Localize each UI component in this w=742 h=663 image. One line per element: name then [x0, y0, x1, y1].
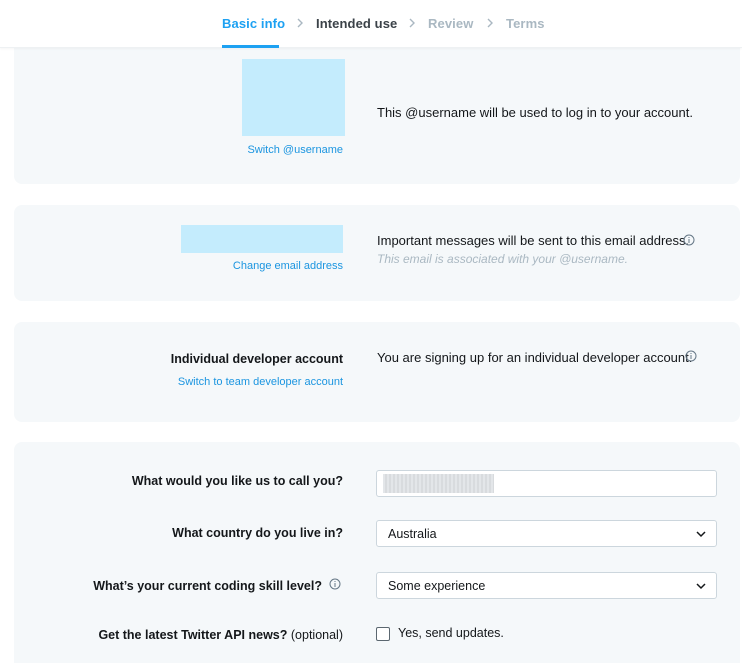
step-intended-use[interactable]: Intended use	[316, 16, 397, 31]
progress-stepper: Basic info Intended use Review Terms	[0, 0, 742, 48]
step-basic-info[interactable]: Basic info	[222, 16, 285, 31]
country-selected-value: Australia	[388, 527, 437, 541]
chevron-down-icon	[696, 531, 706, 538]
redacted-name-value	[383, 474, 494, 493]
country-field-label: What country do you live in?	[172, 526, 343, 540]
account-type-title: Individual developer account	[170, 352, 343, 366]
email-message: Important messages will be sent to this …	[377, 233, 690, 248]
chevron-right-icon	[297, 18, 303, 28]
chevron-down-icon	[696, 583, 706, 590]
username-message: This @username will be used to log in to…	[377, 105, 693, 120]
info-icon[interactable]	[329, 578, 341, 590]
switch-team-account-link[interactable]: Switch to team developer account	[178, 376, 343, 388]
news-updates-checkbox[interactable]	[376, 627, 390, 641]
change-email-link[interactable]: Change email address	[233, 260, 343, 272]
email-sub-message: This email is associated with your @user…	[377, 252, 628, 266]
skill-field-label: What’s your current coding skill level?	[93, 579, 322, 593]
info-icon[interactable]	[683, 234, 695, 246]
name-field-label: What would you like us to call you?	[131, 474, 343, 488]
skill-level-select[interactable]: Some experience	[376, 572, 717, 599]
chevron-right-icon	[409, 18, 415, 28]
active-step-indicator	[222, 45, 279, 48]
chevron-right-icon	[487, 18, 493, 28]
news-label-text: Get the latest Twitter API news?	[98, 628, 288, 642]
step-terms[interactable]: Terms	[506, 16, 545, 31]
info-icon[interactable]	[685, 350, 697, 362]
news-checkbox-label[interactable]: Yes, send updates.	[398, 626, 504, 640]
country-select[interactable]: Australia	[376, 520, 717, 547]
news-field-label: Get the latest Twitter API news? (option…	[98, 628, 343, 642]
redacted-username-avatar	[242, 59, 345, 136]
account-type-message: You are signing up for an individual dev…	[377, 350, 693, 365]
name-input[interactable]	[376, 470, 717, 497]
switch-username-link[interactable]: Switch @username	[247, 144, 343, 156]
redacted-email	[181, 225, 343, 253]
news-optional-tag: (optional)	[290, 628, 343, 642]
account-type-card	[14, 322, 740, 422]
skill-selected-value: Some experience	[388, 579, 486, 593]
step-review[interactable]: Review	[428, 16, 473, 31]
